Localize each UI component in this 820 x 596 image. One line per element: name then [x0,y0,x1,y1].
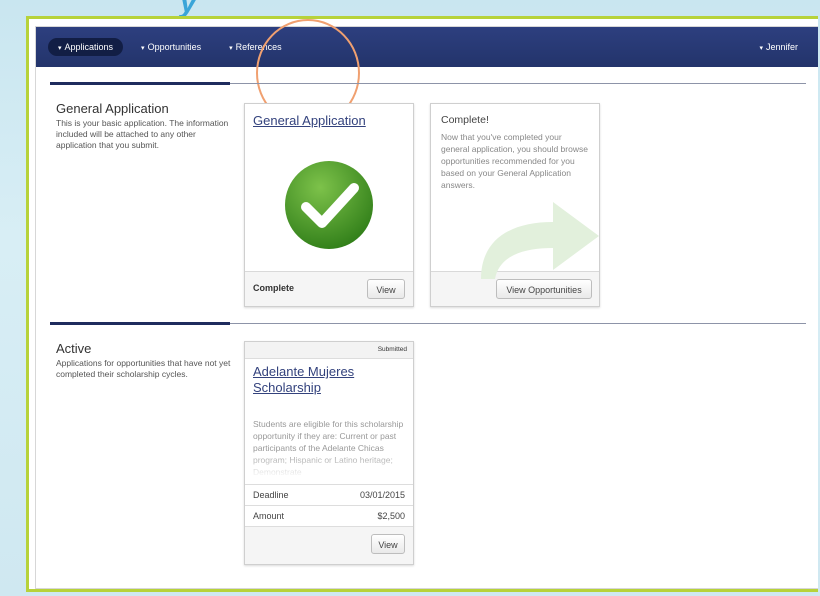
fade-overlay [253,452,413,478]
chevron-down-icon: ▾ [141,45,145,52]
arrow-right-icon [481,202,599,279]
chevron-down-icon: ▾ [229,45,233,52]
deadline-label: Deadline [253,490,289,500]
general-application-card: General Application Complete View [244,103,414,307]
general-application-link[interactable]: General Application [253,113,366,128]
nav-applications-label: Applications [64,42,114,52]
amount-value: $2,500 [377,511,405,521]
view-button[interactable]: View [371,534,405,554]
nav-opportunities[interactable]: ▾ Opportunities [131,38,211,56]
scholarship-description: Students are eligible for this scholarsh… [253,418,413,478]
deadline-value: 03/01/2015 [359,490,405,500]
chevron-down-icon: ▾ [759,45,763,52]
app-content: ▾ Applications ▾ Opportunities ▾ References… [35,19,818,589]
app-frame: ▾ Applications ▾ Opportunities ▾ References… [26,16,818,592]
nav-references[interactable]: ▾ References [219,38,292,56]
scholarship-card: Submitted Adelante Mujeres Scholarship S… [244,341,414,565]
nav-references-label: References [235,42,282,52]
checkmark-icon [285,161,373,249]
section-title: Active [56,341,92,356]
deadline-row: Deadline 03/01/2015 [245,484,413,506]
status-badge: Submitted [377,346,407,353]
section-divider-accent [50,82,230,85]
card-footer: View [245,526,413,564]
user-name: Jennifer [765,42,798,52]
top-navbar: ▾ Applications ▾ Opportunities ▾ References… [36,27,818,67]
amount-row: Amount $2,500 [245,505,413,527]
section-title: General Application [56,101,169,116]
general-application-section: General Application This is your basic a… [50,82,806,313]
view-opportunities-button[interactable]: View Opportunities [496,279,592,299]
status-badge-bar: Submitted [245,342,413,359]
section-description: Applications for opportunities that have… [56,358,231,379]
chevron-down-icon: ▾ [58,45,62,52]
amount-label: Amount [253,511,285,521]
nav-opportunities-label: Opportunities [147,42,202,52]
status-label: Complete [253,283,295,293]
view-button[interactable]: View [367,279,405,299]
scholarship-link[interactable]: Adelante Mujeres Scholarship [253,364,403,396]
section-description: This is your basic application. The info… [56,118,229,150]
user-menu[interactable]: ▾ Jennifer [749,38,808,56]
card-footer: Complete View [245,271,413,306]
nav-applications[interactable]: ▾ Applications [48,38,124,56]
complete-title: Complete! [441,114,489,126]
active-section: Active Applications for opportunities th… [50,322,806,583]
complete-card: Complete! Now that you've completed your… [430,103,600,307]
complete-text: Now that you've completed your general a… [441,132,588,190]
section-divider-accent [50,322,230,325]
